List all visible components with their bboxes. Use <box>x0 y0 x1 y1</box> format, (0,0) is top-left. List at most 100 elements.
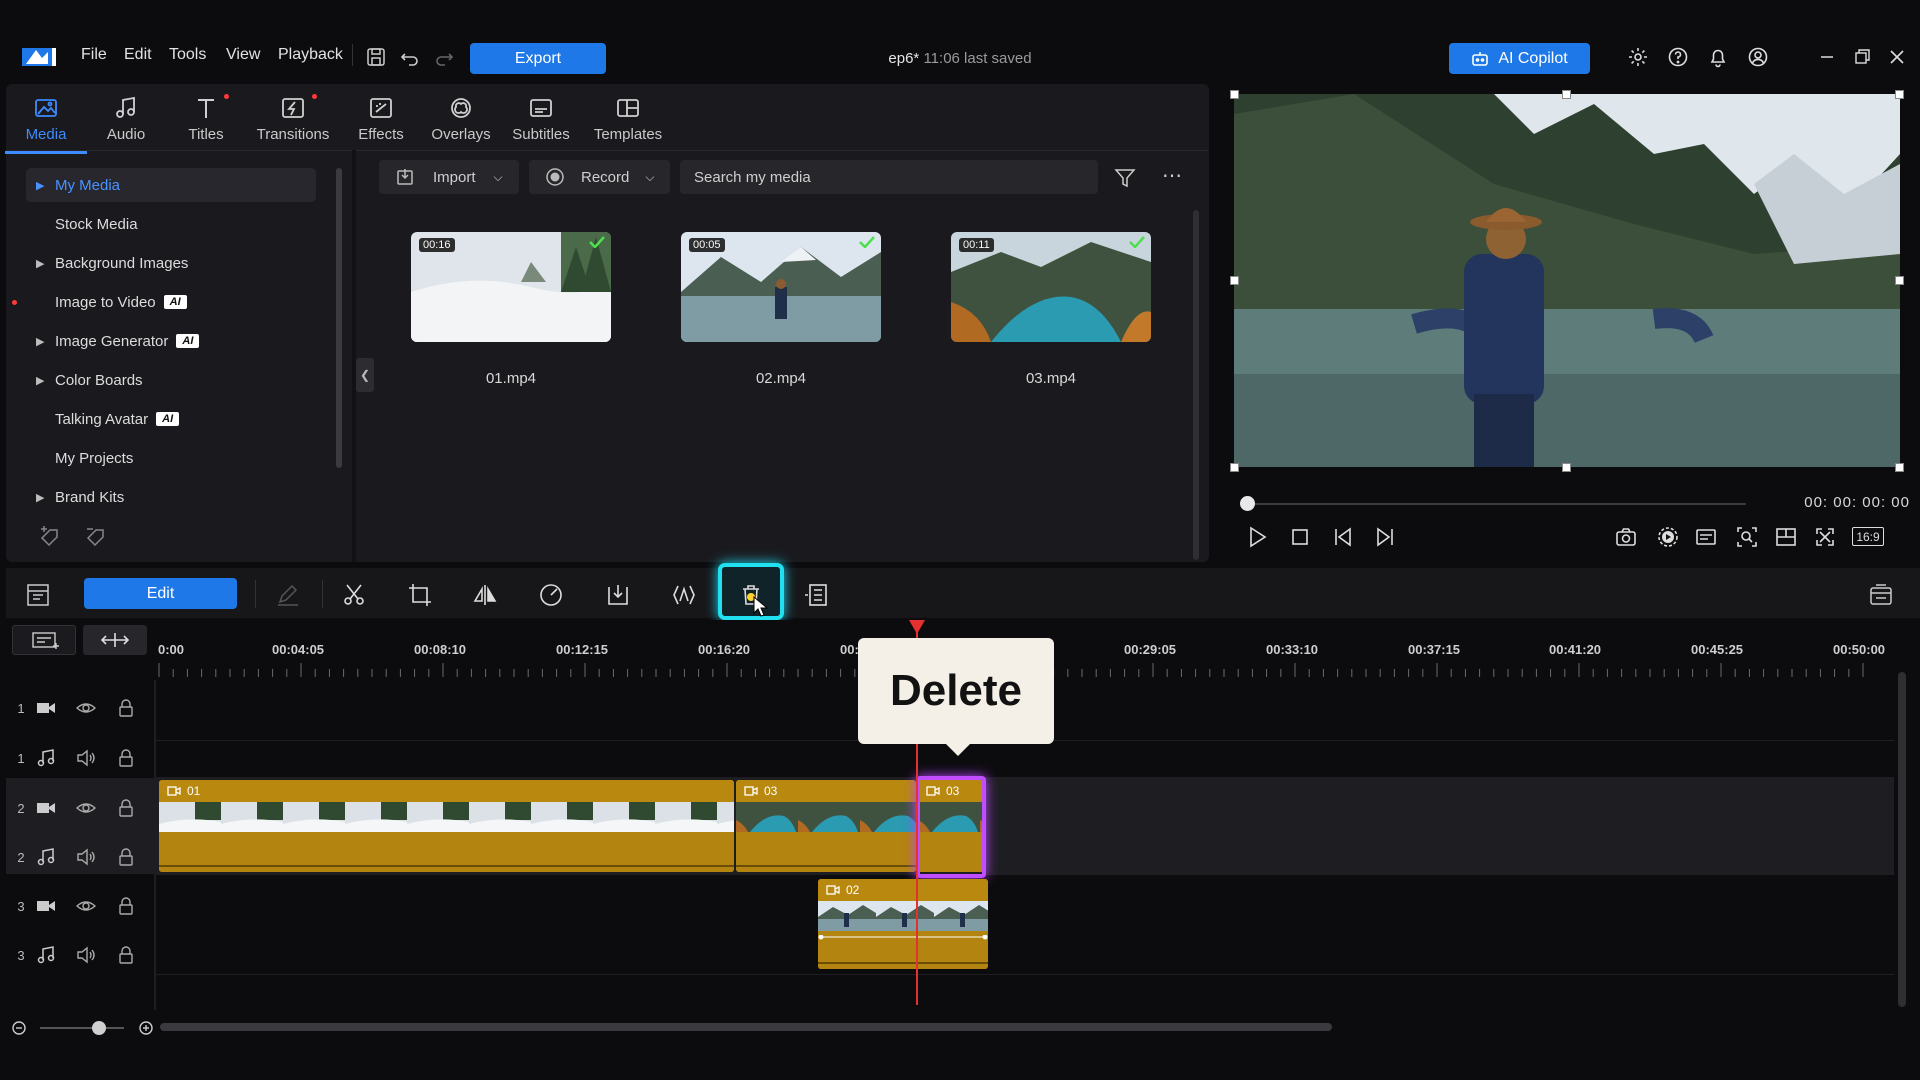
search-input[interactable]: Search my media <box>680 160 1098 194</box>
edit-pen-icon[interactable] <box>275 582 301 608</box>
zoom-out-icon[interactable] <box>12 1021 26 1035</box>
lock-icon[interactable] <box>116 896 136 916</box>
snapshot-icon[interactable] <box>1614 525 1638 549</box>
help-icon[interactable] <box>1667 46 1689 68</box>
tree-item-color-boards[interactable]: ▶ Color Boards <box>26 363 316 397</box>
resize-handle[interactable] <box>1895 463 1904 472</box>
account-icon[interactable] <box>1747 46 1769 68</box>
media-thumbnail[interactable]: 00:11 <box>951 232 1151 342</box>
edit-button[interactable]: Edit <box>84 578 237 609</box>
record-button[interactable]: Record ⌵ <box>529 160 670 194</box>
preview-scrub-track[interactable] <box>1250 503 1746 505</box>
media-thumbnail[interactable]: 00:05 <box>681 232 881 342</box>
tree-scrollbar[interactable] <box>336 168 342 468</box>
lock-icon[interactable] <box>116 847 136 867</box>
tree-item-background-images[interactable]: ▶ Background Images <box>26 246 316 280</box>
zoom-in-icon[interactable] <box>139 1021 153 1035</box>
play-icon[interactable] <box>1245 525 1269 549</box>
timeline-horizontal-scrollbar[interactable] <box>160 1023 1332 1031</box>
tree-item-stock-media[interactable]: Stock Media <box>26 207 316 241</box>
tree-item-image-generator[interactable]: ▶ Image Generator AI <box>26 324 316 358</box>
resize-handle[interactable] <box>1895 90 1904 99</box>
lock-icon[interactable] <box>116 945 136 965</box>
preview-scrub-knob[interactable] <box>1240 496 1255 511</box>
resize-handle[interactable] <box>1230 463 1239 472</box>
bell-icon[interactable] <box>1707 46 1729 68</box>
tree-item-my-projects[interactable]: My Projects <box>26 441 316 475</box>
more-tools-icon[interactable] <box>803 582 829 608</box>
add-tag-icon[interactable] <box>38 524 62 548</box>
scissors-icon[interactable] <box>341 582 367 608</box>
preview-video-frame[interactable] <box>1234 94 1900 467</box>
tree-item-brand-kits[interactable]: ▶ Brand Kits <box>26 480 316 514</box>
export-clip-icon[interactable] <box>605 582 631 608</box>
timeline-view-icon[interactable] <box>25 582 51 608</box>
tree-item-label: Stock Media <box>55 215 138 233</box>
collapse-panel-button[interactable]: ❮ <box>356 358 374 392</box>
eye-icon[interactable] <box>76 698 96 718</box>
subtitles-icon <box>527 94 555 122</box>
timeline-clip[interactable]: 03 <box>736 780 916 872</box>
tab-overlays[interactable]: Overlays <box>420 92 502 148</box>
tab-titles[interactable]: Titles <box>165 92 247 148</box>
keyframe-icon[interactable] <box>671 582 697 608</box>
tab-transitions[interactable]: Transitions <box>251 92 335 148</box>
previous-frame-icon[interactable] <box>1332 525 1356 549</box>
flip-icon[interactable] <box>472 582 498 608</box>
tab-templates[interactable]: Templates <box>587 92 669 148</box>
gear-icon[interactable] <box>1627 46 1649 68</box>
lock-icon[interactable] <box>116 698 136 718</box>
preview-quality-icon[interactable] <box>1656 525 1680 549</box>
panel-settings-icon[interactable] <box>1868 582 1894 608</box>
zoom-preview-icon[interactable] <box>1735 525 1759 549</box>
timeline-clip[interactable]: 02 <box>818 879 988 969</box>
tab-audio[interactable]: Audio <box>85 92 167 148</box>
track-manager-button[interactable] <box>12 625 76 655</box>
import-button[interactable]: Import ⌵ <box>379 160 519 194</box>
resize-handle[interactable] <box>1230 276 1239 285</box>
media-thumbnail[interactable]: 00:16 <box>411 232 611 342</box>
close-icon[interactable] <box>1886 46 1908 68</box>
tree-item-talking-avatar[interactable]: Talking Avatar AI <box>26 402 316 436</box>
fullscreen-icon[interactable] <box>1813 525 1837 549</box>
speaker-icon[interactable] <box>76 945 96 965</box>
restore-icon[interactable] <box>1851 46 1873 68</box>
speed-icon[interactable] <box>538 582 564 608</box>
crop-icon[interactable] <box>407 582 433 608</box>
video-camera-icon <box>826 885 840 895</box>
resize-handle[interactable] <box>1895 276 1904 285</box>
tree-item-label: Talking Avatar <box>55 410 149 428</box>
more-options-icon[interactable]: ⋯ <box>1160 166 1184 190</box>
minimize-icon[interactable] <box>1816 46 1838 68</box>
eye-icon[interactable] <box>76 798 96 818</box>
eye-icon[interactable] <box>76 896 96 916</box>
resize-handle[interactable] <box>1230 90 1239 99</box>
filter-icon[interactable] <box>1113 166 1137 190</box>
speaker-icon[interactable] <box>76 847 96 867</box>
resize-handle[interactable] <box>1562 463 1571 472</box>
subtitle-toggle-icon[interactable] <box>1694 525 1718 549</box>
resize-handle[interactable] <box>1562 90 1571 99</box>
tab-effects[interactable]: Effects <box>340 92 422 148</box>
timeline-clip[interactable]: 01 <box>159 780 734 872</box>
safe-zone-icon[interactable] <box>1774 525 1798 549</box>
playhead-marker[interactable] <box>909 620 925 634</box>
tree-item-image-to-video[interactable]: Image to Video AI <box>26 285 316 319</box>
tree-item-my-media[interactable]: ▶ My Media <box>26 168 316 202</box>
ai-copilot-button[interactable]: AI Copilot <box>1449 43 1590 74</box>
speaker-icon[interactable] <box>76 748 96 768</box>
tab-subtitles[interactable]: Subtitles <box>500 92 582 148</box>
lock-icon[interactable] <box>116 798 136 818</box>
track-header: 1 <box>6 685 156 731</box>
lock-icon[interactable] <box>116 748 136 768</box>
zoom-slider-knob[interactable] <box>92 1021 106 1035</box>
zoom-slider-track[interactable] <box>40 1027 124 1029</box>
next-frame-icon[interactable] <box>1372 525 1396 549</box>
remove-tag-icon[interactable] <box>84 524 108 548</box>
media-scrollbar[interactable] <box>1193 210 1199 560</box>
tab-media[interactable]: Media <box>5 92 87 154</box>
fit-timeline-button[interactable] <box>83 625 147 655</box>
aspect-ratio-button[interactable]: 16:9 <box>1852 527 1884 546</box>
timeline-vertical-scrollbar[interactable] <box>1898 672 1906 1007</box>
stop-icon[interactable] <box>1288 525 1312 549</box>
